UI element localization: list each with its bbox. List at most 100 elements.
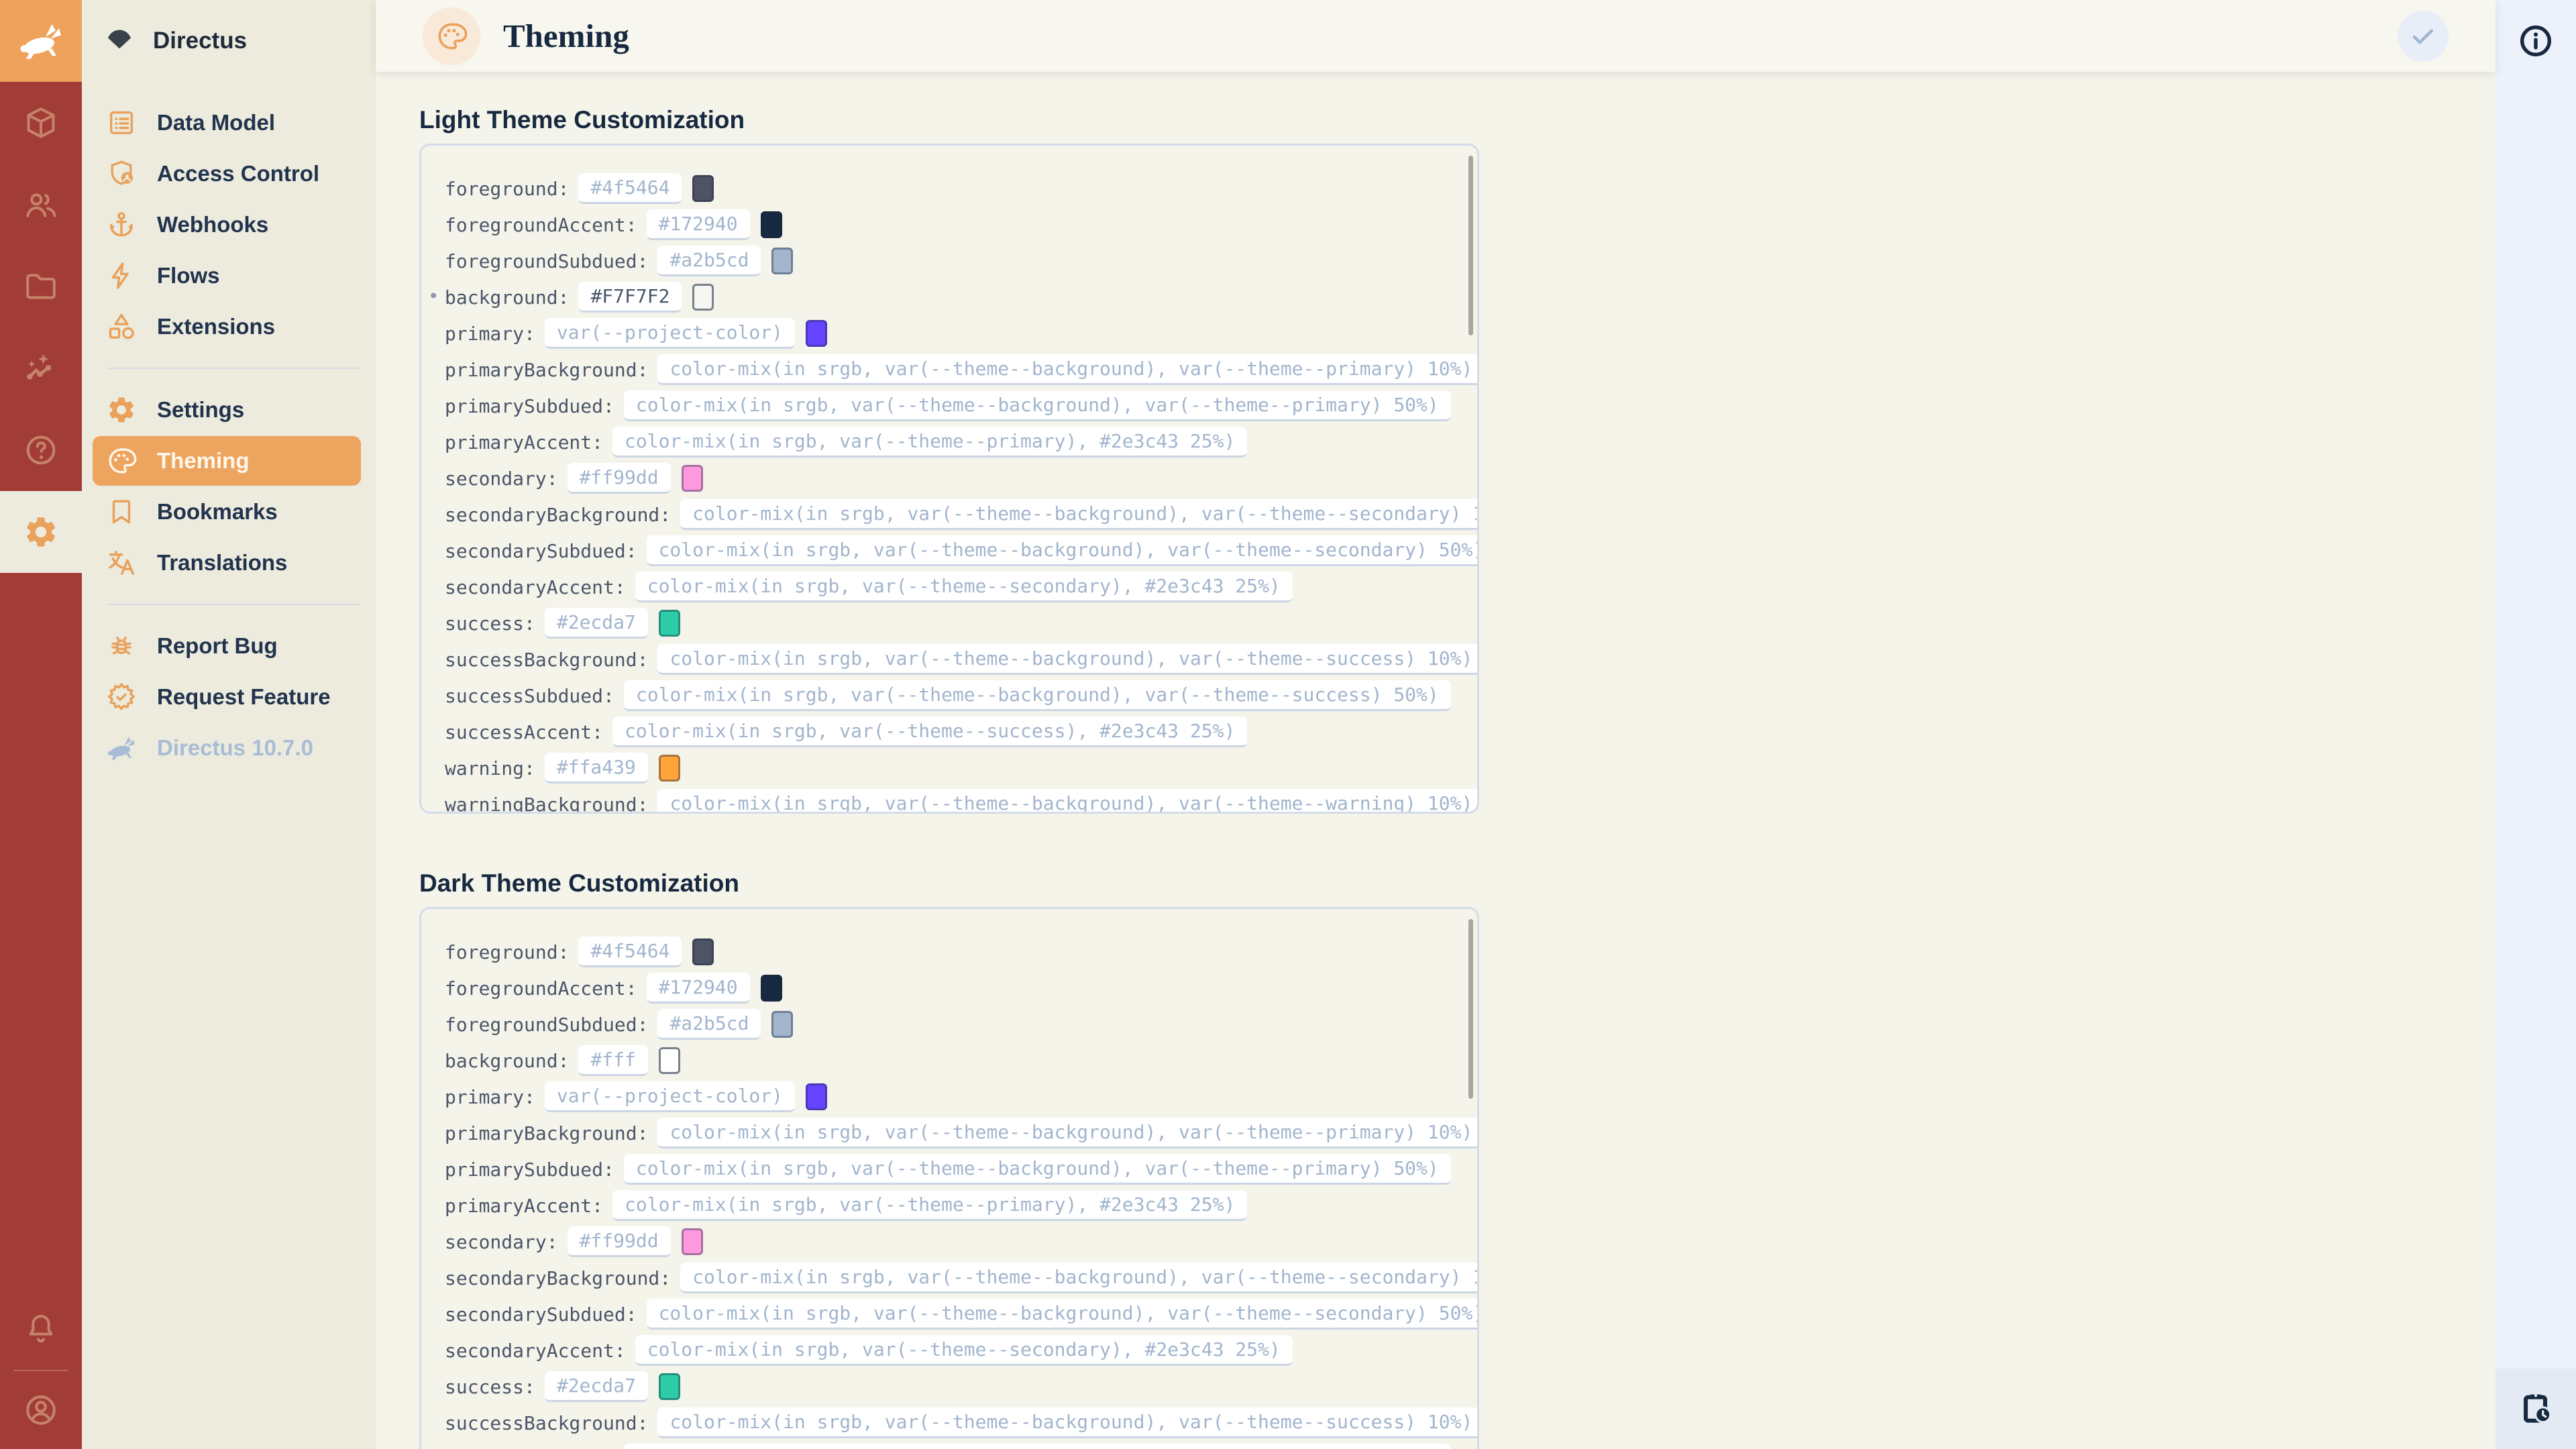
module-help-button[interactable]	[0, 409, 82, 491]
rule-value-input[interactable]: color-mix(in srgb, var(--theme--backgrou…	[680, 499, 1479, 530]
gear-icon	[106, 394, 137, 425]
rule-value-input[interactable]: #172940	[647, 973, 750, 1004]
rule-label: warning:	[445, 757, 535, 780]
rule-label: foregroundAccent:	[445, 977, 637, 1000]
rule-value-input[interactable]: #2ecda7	[545, 1371, 648, 1402]
rule-value-input[interactable]: color-mix(in srgb, var(--theme--secondar…	[635, 572, 1293, 602]
rule-value-input[interactable]: #F7F7F2	[578, 282, 682, 313]
rule-label: foregroundSubdued:	[445, 250, 648, 272]
info-button[interactable]	[2496, 0, 2576, 82]
rule-value-input[interactable]: color-mix(in srgb, var(--theme--backgrou…	[657, 644, 1479, 675]
rule-value-input[interactable]: #172940	[647, 209, 750, 240]
rule-value-input[interactable]: color-mix(in srgb, var(--theme--backgrou…	[680, 1263, 1479, 1293]
nav-item-flows[interactable]: Flows	[93, 251, 361, 301]
rule-label: primaryAccent:	[445, 1195, 603, 1217]
project-name: Directus	[153, 28, 247, 54]
directus-logo-button[interactable]	[0, 0, 82, 82]
module-insights-button[interactable]	[0, 327, 82, 409]
color-swatch[interactable]	[659, 755, 680, 782]
rule-value-input[interactable]: color-mix(in srgb, var(--theme--backgrou…	[647, 1299, 1479, 1330]
rule-value-input[interactable]: #a2b5cd	[657, 1009, 761, 1040]
nav-item-label: Data Model	[157, 110, 275, 136]
module-settings-button[interactable]	[0, 491, 82, 573]
rule-label: secondaryBackground:	[445, 1267, 671, 1289]
rabbit-logo-icon	[17, 17, 64, 64]
color-swatch[interactable]	[692, 938, 714, 965]
nav-item-webhooks[interactable]: Webhooks	[93, 200, 361, 250]
color-swatch[interactable]	[682, 465, 703, 492]
nav-item-label: Extensions	[157, 314, 275, 339]
rule-value-input[interactable]: color-mix(in srgb, var(--theme--primary)…	[612, 1190, 1247, 1221]
rule-value-input[interactable]: color-mix(in srgb, var(--theme--primary)…	[612, 427, 1247, 458]
module-users-button[interactable]	[0, 164, 82, 246]
rule-value-input[interactable]: #a2b5cd	[657, 246, 761, 276]
rule-value-input[interactable]: #ffa439	[545, 753, 648, 784]
project-header[interactable]: Directus	[82, 0, 376, 82]
color-swatch[interactable]	[761, 975, 782, 1002]
rule-value-input[interactable]: color-mix(in srgb, var(--theme--success)…	[612, 716, 1247, 747]
rule-value-input[interactable]: #fff	[578, 1045, 647, 1076]
nav-item-data-model[interactable]: Data Model	[93, 98, 361, 148]
nav-item-label: Access Control	[157, 161, 319, 186]
nav-item-extensions[interactable]: Extensions	[93, 302, 361, 352]
check-icon	[2409, 22, 2437, 50]
revisions-button[interactable]	[2496, 1368, 2576, 1449]
account-button[interactable]	[0, 1371, 82, 1449]
rule-value-input[interactable]: #2ecda7	[545, 608, 648, 639]
page-header: Theming	[376, 0, 2496, 72]
section-title: Light Theme Customization	[419, 105, 2496, 135]
rule-value-input[interactable]: color-mix(in srgb, var(--theme--backgrou…	[657, 1407, 1479, 1438]
rule-value-input[interactable]: color-mix(in srgb, var(--theme--backgrou…	[657, 1118, 1479, 1148]
rule-value-input[interactable]: var(--project-color)	[545, 318, 795, 349]
color-swatch[interactable]	[692, 284, 714, 311]
color-swatch[interactable]	[659, 1047, 680, 1074]
rule-value-input[interactable]: #ff99dd	[568, 1226, 671, 1257]
rule-value-input[interactable]: color-mix(in srgb, var(--theme--backgrou…	[624, 1154, 1451, 1185]
rule-value-input[interactable]: var(--project-color)	[545, 1081, 795, 1112]
theme-rule-row: warning: #ffa439	[421, 750, 1477, 786]
nav-item-request-feature[interactable]: Request Feature	[93, 672, 361, 722]
rule-value-input[interactable]: color-mix(in srgb, var(--theme--backgrou…	[624, 680, 1451, 711]
nav-item-report-bug[interactable]: Report Bug	[93, 621, 361, 671]
bell-icon	[23, 1311, 59, 1347]
rule-value-input[interactable]: color-mix(in srgb, var(--theme--backgrou…	[624, 1444, 1451, 1449]
color-swatch[interactable]	[806, 1083, 827, 1110]
module-content-button[interactable]	[0, 82, 82, 164]
color-swatch[interactable]	[659, 1373, 680, 1400]
data-model-icon	[106, 107, 137, 138]
module-files-button[interactable]	[0, 246, 82, 327]
color-swatch[interactable]	[771, 248, 793, 274]
save-button[interactable]	[2398, 11, 2449, 62]
rule-value-input[interactable]: #4f5464	[578, 936, 682, 967]
nav-item-theming[interactable]: Theming	[93, 436, 361, 486]
color-swatch[interactable]	[682, 1228, 703, 1255]
anchor-icon	[106, 209, 137, 240]
color-swatch[interactable]	[771, 1011, 793, 1038]
rule-value-input[interactable]: #4f5464	[578, 173, 682, 204]
rule-value-input[interactable]: color-mix(in srgb, var(--theme--secondar…	[635, 1335, 1293, 1366]
color-swatch[interactable]	[659, 610, 680, 637]
rule-value-input[interactable]: color-mix(in srgb, var(--theme--backgrou…	[657, 354, 1479, 385]
nav-list: Data Model Access Control WebhooksFlows Ext…	[82, 82, 376, 773]
rule-value-input[interactable]: #ff99dd	[568, 463, 671, 494]
block-scrollbar-thumb[interactable]	[1468, 919, 1473, 1099]
nav-item-settings[interactable]: Settings	[93, 385, 361, 435]
theme-rule-row: primarySubdued:color-mix(in srgb, var(--…	[421, 1151, 1477, 1187]
rule-value-input[interactable]: color-mix(in srgb, var(--theme--backgrou…	[657, 789, 1479, 814]
theme-rule-row: success:#2ecda7	[421, 1368, 1477, 1405]
nav-item-bookmarks[interactable]: Bookmarks	[93, 487, 361, 537]
page-title: Theming	[503, 17, 629, 55]
color-swatch[interactable]	[761, 211, 782, 238]
nav-item-translations[interactable]: Translations	[93, 538, 361, 588]
rule-value-input[interactable]: color-mix(in srgb, var(--theme--backgrou…	[624, 390, 1451, 421]
rule-label: secondaryBackground:	[445, 504, 671, 526]
color-swatch[interactable]	[692, 175, 714, 202]
nav-item-access-control[interactable]: Access Control	[93, 149, 361, 199]
notifications-button[interactable]	[0, 1288, 82, 1370]
block-scrollbar-thumb[interactable]	[1468, 156, 1473, 335]
help-icon	[23, 432, 59, 468]
rule-label: primary:	[445, 323, 535, 345]
color-swatch[interactable]	[806, 320, 827, 347]
directus-app: Directus Data Model Access Control Webhook…	[0, 0, 2576, 1449]
rule-value-input[interactable]: color-mix(in srgb, var(--theme--backgrou…	[647, 535, 1479, 566]
